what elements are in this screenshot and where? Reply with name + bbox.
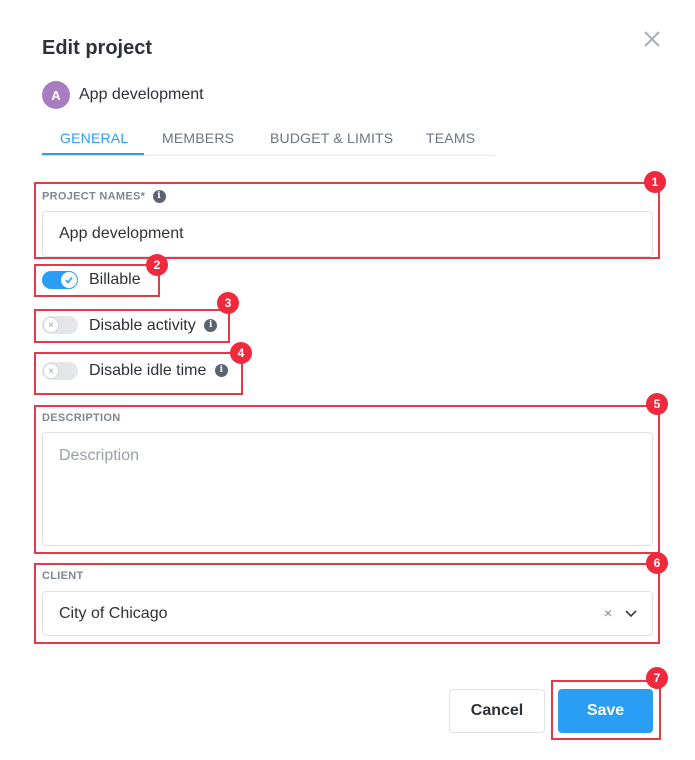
tab-budget-limits[interactable]: BUDGET & LIMITS — [270, 130, 393, 146]
project-avatar: A — [42, 81, 70, 109]
description-label: DESCRIPTION — [42, 412, 121, 424]
annotation-badge: 4 — [230, 342, 252, 364]
x-icon: × — [43, 363, 59, 379]
disable-activity-label-row: Disable activity i — [89, 317, 218, 335]
project-names-label-row: PROJECT NAMES* i — [42, 190, 166, 203]
disable-idle-time-label-row: Disable idle time i — [89, 362, 228, 380]
info-icon[interactable]: i — [152, 190, 166, 203]
tab-members[interactable]: MEMBERS — [162, 130, 234, 146]
chevron-down-icon[interactable] — [624, 606, 638, 620]
clear-icon[interactable]: × — [604, 605, 612, 621]
client-select[interactable]: City of Chicago — [42, 591, 653, 636]
description-textarea[interactable]: Description — [42, 432, 653, 546]
disable-idle-time-toggle[interactable]: × — [42, 362, 78, 380]
billable-label: Billable — [89, 271, 141, 288]
tab-bar: GENERAL MEMBERS BUDGET & LIMITS TEAMS — [42, 118, 495, 156]
info-icon[interactable]: i — [214, 364, 228, 378]
active-tab-indicator — [42, 153, 144, 155]
modal-title: Edit project — [42, 37, 153, 59]
x-icon: × — [43, 317, 59, 333]
save-button[interactable]: Save — [558, 689, 653, 733]
close-icon[interactable] — [641, 28, 663, 50]
disable-activity-label: Disable activity — [89, 317, 196, 334]
client-label: CLIENT — [42, 570, 84, 582]
project-names-label: PROJECT NAMES* — [42, 190, 146, 203]
tab-teams[interactable]: TEAMS — [426, 130, 475, 146]
disable-idle-time-label: Disable idle time — [89, 362, 207, 379]
description-placeholder: Description — [59, 447, 140, 464]
client-value: City of Chicago — [59, 604, 168, 622]
annotation-badge: 7 — [646, 667, 668, 689]
project-title: App development — [79, 86, 204, 103]
annotation-badge: 1 — [644, 171, 666, 193]
annotation-badge: 6 — [646, 552, 668, 574]
cancel-button[interactable]: Cancel — [449, 689, 545, 733]
info-icon[interactable]: i — [204, 319, 218, 333]
check-icon — [61, 272, 77, 288]
project-names-value: App development — [59, 225, 184, 242]
project-names-input[interactable]: App development — [42, 211, 653, 257]
annotation-badge: 5 — [646, 393, 668, 415]
billable-toggle[interactable] — [42, 271, 78, 289]
annotation-badge: 3 — [217, 292, 239, 314]
annotation-badge: 2 — [146, 254, 168, 276]
tab-general[interactable]: GENERAL — [60, 130, 128, 146]
disable-activity-toggle[interactable]: × — [42, 316, 78, 334]
